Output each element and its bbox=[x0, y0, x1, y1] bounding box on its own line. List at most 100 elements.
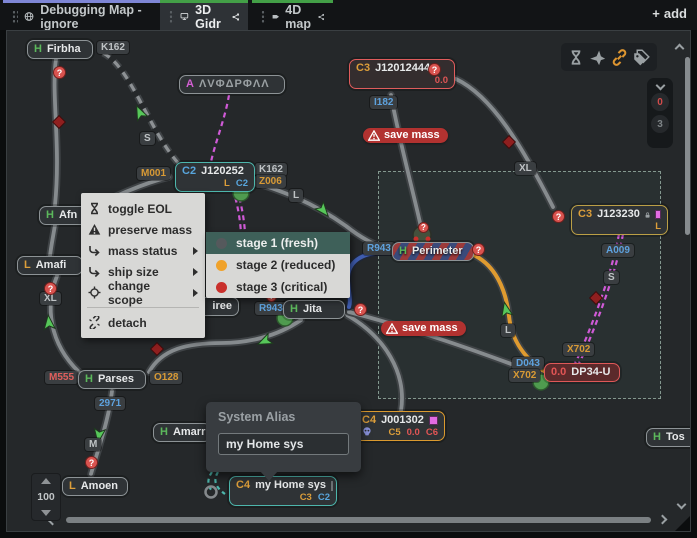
status-unknown-badge: ? bbox=[428, 63, 441, 76]
menu-item-label: toggle EOL bbox=[108, 202, 198, 216]
sig-label[interactable]: M555 bbox=[45, 371, 78, 384]
status-unknown-badge: ? bbox=[85, 456, 98, 469]
menu-item-mass-status[interactable]: mass status bbox=[81, 240, 205, 261]
system-node-j123230[interactable]: C3J123230 L bbox=[571, 205, 668, 235]
chevron-down-icon[interactable] bbox=[655, 81, 665, 91]
wh-class: C2 bbox=[182, 165, 196, 178]
status-unknown-badge: ? bbox=[44, 282, 57, 295]
lock-icon bbox=[645, 210, 650, 220]
drag-handle-icon[interactable] bbox=[261, 10, 266, 23]
size-label: M bbox=[85, 438, 101, 451]
system-node-amarr[interactable]: HAmarr bbox=[153, 423, 211, 442]
system-node-amafi[interactable]: LAmafi bbox=[17, 256, 83, 275]
submenu-arrow-icon bbox=[193, 268, 198, 276]
menu-separator bbox=[87, 307, 199, 308]
sig-label[interactable]: 2971 bbox=[95, 397, 125, 410]
hourglass-icon bbox=[88, 202, 101, 215]
system-node-myhome[interactable]: C4my Home sys C3C2 bbox=[229, 476, 337, 506]
system-name: Jita bbox=[303, 303, 322, 316]
sig-label[interactable]: X702 bbox=[509, 369, 540, 382]
system-node-j120252[interactable]: C2J120252 LC2 bbox=[175, 162, 255, 192]
menu-item-preserve-mass[interactable]: preserve mass bbox=[81, 219, 205, 240]
count-badge[interactable]: 3 bbox=[651, 115, 669, 133]
sec-class: H bbox=[34, 43, 42, 56]
sig-label[interactable]: R943 bbox=[363, 242, 395, 255]
map-toolbar bbox=[561, 43, 657, 71]
share-icon[interactable] bbox=[318, 11, 324, 23]
sig-label[interactable]: Z006 bbox=[255, 175, 286, 188]
system-node-jita[interactable]: H Jita bbox=[283, 300, 345, 319]
sec-class: H bbox=[653, 431, 661, 444]
map-canvas[interactable]: K162 S M001 K162 Z006 L XL XL I182 A009 … bbox=[6, 30, 691, 532]
menu-item-detach[interactable]: detach bbox=[81, 312, 205, 333]
warning-icon bbox=[368, 130, 380, 141]
horizontal-scrollbar[interactable] bbox=[66, 517, 651, 523]
sig-label[interactable]: M001 bbox=[137, 167, 170, 180]
system-node-perimeter[interactable]: HPerimeter bbox=[392, 242, 474, 261]
tab-label: Debugging Map - ignore bbox=[40, 3, 151, 31]
zoom-control: 100 bbox=[31, 473, 61, 521]
drag-handle-icon[interactable] bbox=[169, 10, 174, 23]
alias-input[interactable] bbox=[218, 433, 349, 455]
tag-square-icon bbox=[655, 210, 661, 219]
menu-item-toggle-eol[interactable]: toggle EOL bbox=[81, 198, 205, 219]
system-name: Tos bbox=[666, 431, 685, 444]
tab-4d-map[interactable]: 4D map bbox=[252, 0, 333, 30]
tags-icon[interactable] bbox=[633, 49, 650, 66]
tag: C2 bbox=[318, 492, 330, 503]
zoom-out-icon[interactable] bbox=[41, 510, 51, 516]
menu-item-change-scope[interactable]: change scope bbox=[81, 282, 205, 303]
system-node-dp34u[interactable]: 0.0DP34-U bbox=[544, 363, 620, 382]
system-node-unknown[interactable]: AΛVΦΔΡΦΛΛ bbox=[179, 75, 285, 94]
sig-label[interactable]: K162 bbox=[97, 41, 129, 54]
system-name: J123230 bbox=[597, 208, 640, 221]
tag: C6 bbox=[426, 427, 438, 438]
add-map-button[interactable]: + add bbox=[652, 6, 687, 21]
system-name: Firbha bbox=[47, 43, 81, 56]
mass-status-submenu: stage 1 (fresh) stage 2 (reduced) stage … bbox=[206, 232, 350, 298]
submenu-item-stage3[interactable]: stage 3 (critical) bbox=[206, 276, 350, 298]
drag-handle-icon[interactable] bbox=[12, 10, 18, 23]
sig-label[interactable]: X702 bbox=[563, 343, 594, 356]
sec-status: 0.0 bbox=[435, 75, 448, 86]
system-node-amoen[interactable]: LAmoen bbox=[62, 477, 128, 496]
link-icon[interactable] bbox=[611, 49, 628, 66]
system-name: ΛVΦΔΡΦΛΛ bbox=[199, 78, 270, 91]
size-label: S bbox=[604, 271, 619, 284]
tab-bar: Debugging Map - ignore 3D Gidr 4D map + … bbox=[0, 0, 697, 30]
sec-class: H bbox=[160, 426, 168, 439]
tag: C2 bbox=[236, 178, 248, 189]
sec-class: H bbox=[290, 303, 298, 316]
tab-label: 4D map bbox=[285, 3, 311, 31]
globe-icon bbox=[24, 10, 34, 23]
tab-3d-gidr[interactable]: 3D Gidr bbox=[160, 0, 248, 30]
submenu-item-stage1[interactable]: stage 1 (fresh) bbox=[206, 232, 350, 254]
system-node-parses[interactable]: H Parses bbox=[78, 370, 146, 389]
count-badge[interactable]: 0 bbox=[651, 93, 669, 111]
hourglass-icon[interactable] bbox=[568, 49, 584, 66]
submenu-item-stage2[interactable]: stage 2 (reduced) bbox=[206, 254, 350, 276]
menu-item-label: mass status bbox=[108, 244, 186, 258]
sec-class: H bbox=[85, 373, 93, 386]
add-label: add bbox=[664, 6, 687, 21]
dialog-pointer bbox=[260, 471, 278, 481]
tab-debugging-map[interactable]: Debugging Map - ignore bbox=[3, 0, 160, 30]
branch-arrow-icon bbox=[88, 244, 101, 257]
system-name: Parses bbox=[98, 373, 134, 386]
tag: L bbox=[655, 221, 661, 232]
system-node-tos[interactable]: H Tos bbox=[646, 428, 691, 447]
sig-label[interactable]: O128 bbox=[150, 371, 182, 384]
save-mass-badge: save mass bbox=[381, 321, 466, 336]
plane-icon[interactable] bbox=[589, 49, 606, 66]
ship-icon bbox=[272, 10, 280, 23]
sig-label[interactable]: A009 bbox=[602, 244, 634, 257]
sec-class: H bbox=[46, 209, 54, 222]
submenu-arrow-icon bbox=[193, 247, 198, 255]
status-unknown-badge: ? bbox=[53, 66, 66, 79]
sig-label[interactable]: I182 bbox=[370, 96, 397, 109]
vertical-scrollbar[interactable] bbox=[685, 57, 690, 235]
system-node-j001302[interactable]: C4J001302 C50.0C6 bbox=[355, 411, 445, 441]
share-icon[interactable] bbox=[232, 11, 239, 23]
system-node-firbha[interactable]: H Firbha bbox=[27, 40, 93, 59]
zoom-in-icon[interactable] bbox=[41, 478, 51, 484]
